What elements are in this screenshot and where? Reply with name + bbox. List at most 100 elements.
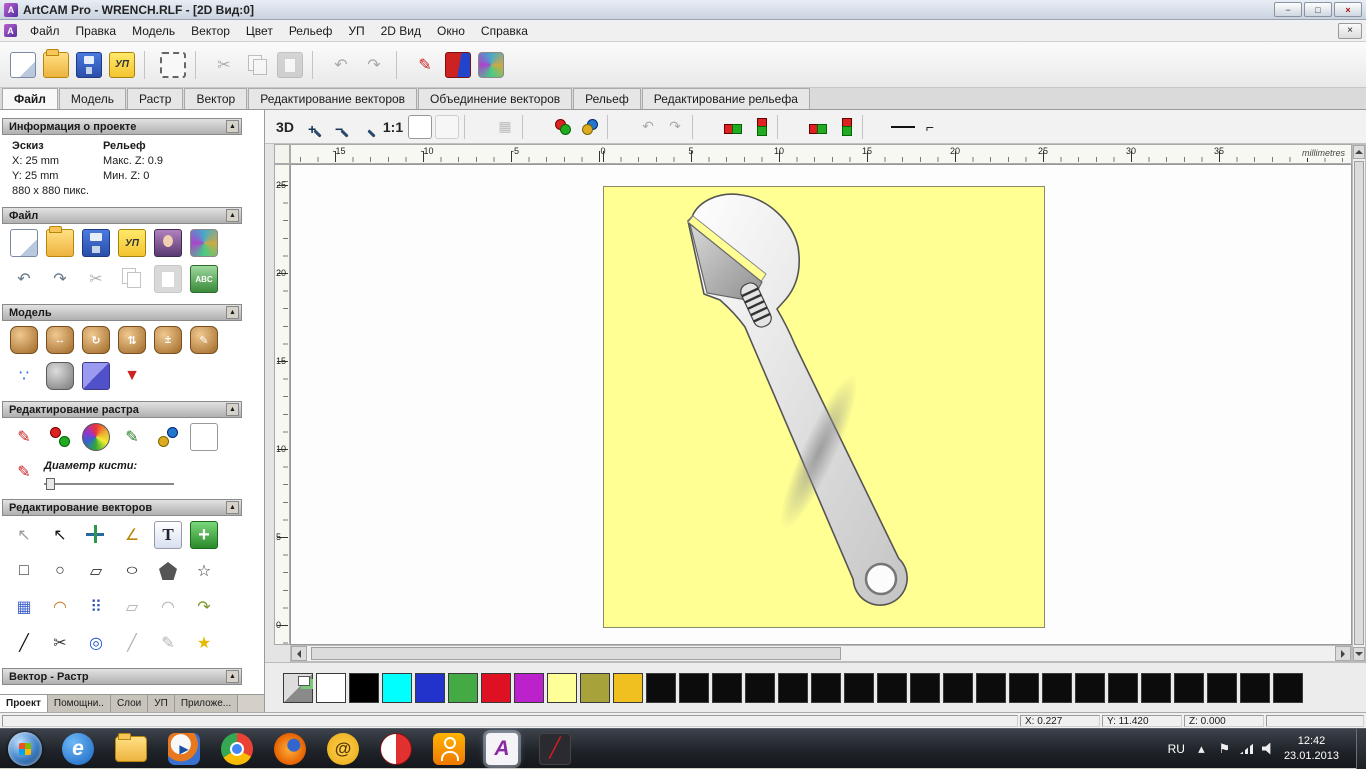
file-icon-new[interactable] [10,229,38,257]
vertical-scroll-thumb[interactable] [1354,161,1364,645]
view-tool-weld-3[interactable] [806,115,830,139]
collapse-icon[interactable]: ▲ [226,403,239,416]
raster-icon-texture-paint[interactable]: ✎ [118,423,146,451]
colour-swatch[interactable] [1273,672,1303,703]
document-viewport[interactable] [290,164,1352,645]
vector-icon-tool-a[interactable]: ▱ [118,593,146,621]
view-tool-preview-grid[interactable]: ▦ [493,115,517,139]
tab-relief-edit[interactable]: Редактирование рельефа [641,88,810,109]
colour-swatch-gold[interactable] [613,672,643,703]
menu-item-view-2d[interactable]: 2D Вид [373,21,429,41]
taskbar-app-explorer[interactable] [115,732,147,762]
colour-swatch[interactable] [679,672,709,703]
colour-swatch-layer-link[interactable] [283,672,313,703]
clock[interactable]: 12:42 23.01.2013 [1284,734,1339,763]
colour-swatch-green[interactable] [448,672,478,703]
colour-swatch[interactable] [1174,672,1204,703]
section-header-vector-raster[interactable]: Вектор - Растр ▲ [2,668,242,685]
scroll-left-arrow[interactable] [291,646,307,661]
toolbar-icon-cut[interactable]: ✂ [211,52,237,78]
vector-icon-tool-b[interactable]: ◠ [154,593,182,621]
panel-tab-attach[interactable]: Приложе... [174,695,239,712]
tab-file[interactable]: Файл [2,88,58,109]
scroll-up-arrow[interactable] [1353,145,1365,159]
file-icon-wizard[interactable] [190,229,218,257]
raster-icon-paint[interactable]: ✎ [10,423,38,451]
toolbar-icon-paste[interactable] [277,51,303,78]
file-icon-open[interactable] [46,226,74,257]
view-tool-redo[interactable]: ↷ [663,115,687,139]
toolbar-icon-marquee[interactable] [160,51,186,78]
colour-swatch-red[interactable] [481,672,511,703]
tab-raster[interactable]: Растр [127,88,184,109]
colour-swatch-olive[interactable] [580,672,610,703]
tab-vector-merge[interactable]: Объединение векторов [418,88,573,109]
colour-swatch-blue[interactable] [415,672,445,703]
view-tool-line-style[interactable]: ⌐ [918,115,942,139]
vector-icon-rectangle[interactable]: □ [10,557,38,585]
vector-icon-join[interactable]: ╱ [10,629,38,657]
child-close-button[interactable]: × [1338,22,1362,39]
menu-item-vector[interactable]: Вектор [183,21,238,41]
colour-swatch[interactable] [943,672,973,703]
view-tool-zoom-in[interactable]: + [300,115,324,139]
vector-icon-dot-grid[interactable]: ⠿ [82,593,110,621]
vector-icon-green-plus[interactable]: + [190,521,218,549]
taskbar-app-odnoklassniki[interactable] [433,732,465,765]
colour-swatch[interactable] [877,672,907,703]
section-header-raster-edit[interactable]: Редактирование растра ▲ [2,401,242,418]
file-icon-save[interactable] [82,229,110,257]
vector-icon-slice[interactable]: ╱ [118,629,146,657]
view-tool-weld-1[interactable] [721,115,745,139]
view-tool-zoom-1-1[interactable]: 1:1 [381,115,405,139]
colour-swatch[interactable] [1009,672,1039,703]
raster-icon-palette[interactable] [82,423,110,451]
taskbar-app-graphics-editor[interactable]: ╱ [539,732,571,765]
colour-swatch[interactable] [712,672,742,703]
colour-swatch-black[interactable] [349,672,379,703]
taskbar-app-mail-agent[interactable]: @ [327,732,359,765]
tray-icon-network[interactable] [1239,743,1254,754]
panel-tab-layers[interactable]: Слои [110,695,149,712]
start-button[interactable] [8,731,42,766]
colour-swatch[interactable] [646,672,676,703]
colour-swatch[interactable] [910,672,940,703]
tab-vector-edit[interactable]: Редактирование векторов [248,88,418,109]
view-tool-zoom-out[interactable]: − [327,115,351,139]
language-indicator[interactable]: RU [1168,742,1185,756]
taskbar-app-firefox[interactable] [274,732,306,765]
file-icon-copy[interactable] [118,265,146,293]
close-button[interactable]: × [1334,2,1362,17]
section-header-project-info[interactable]: Информация о проекте ▲ [2,118,242,135]
tray-icon-volume[interactable] [1261,742,1271,755]
model-icon-mirror[interactable]: ↔ [46,326,74,354]
panel-tab-project[interactable]: Проект [0,695,48,712]
vector-icon-offset[interactable]: ↷ [190,593,218,621]
maximize-button[interactable]: □ [1304,2,1332,17]
vector-icon-ellipse[interactable]: ○ [112,557,153,585]
menu-item-edit[interactable]: Правка [68,21,125,41]
raster-icon-swatch-blank[interactable] [190,423,218,451]
brush-diameter-slider[interactable] [44,477,174,491]
view-tool-zoom-window[interactable] [354,115,378,139]
model-icon-sculpt[interactable]: ✎ [190,326,218,354]
view-tool-frame-off[interactable] [435,114,459,139]
scroll-right-arrow[interactable] [1335,646,1351,661]
view-tool-undo[interactable]: ↶ [636,115,660,139]
section-header-model[interactable]: Модель ▲ [2,304,242,321]
colour-swatch[interactable] [1075,672,1105,703]
colour-swatch[interactable] [976,672,1006,703]
file-icon-undo[interactable]: ↶ [10,265,38,293]
vector-icon-polyline[interactable]: ▱ [82,557,110,585]
view-tool-frame-on[interactable] [408,114,432,139]
view-tool-view-3d[interactable]: 3D [273,115,297,139]
menu-item-toolpaths[interactable]: УП [340,21,372,41]
collapse-icon[interactable]: ▲ [226,670,239,683]
panel-tab-assistant[interactable]: Помощни.. [47,695,111,712]
colour-swatch-magenta[interactable] [514,672,544,703]
vector-icon-select[interactable]: ↖ [10,521,38,549]
menu-item-window[interactable]: Окно [429,21,473,41]
colour-swatch[interactable] [778,672,808,703]
colour-swatch[interactable] [811,672,841,703]
horizontal-scroll-thumb[interactable] [311,647,841,660]
